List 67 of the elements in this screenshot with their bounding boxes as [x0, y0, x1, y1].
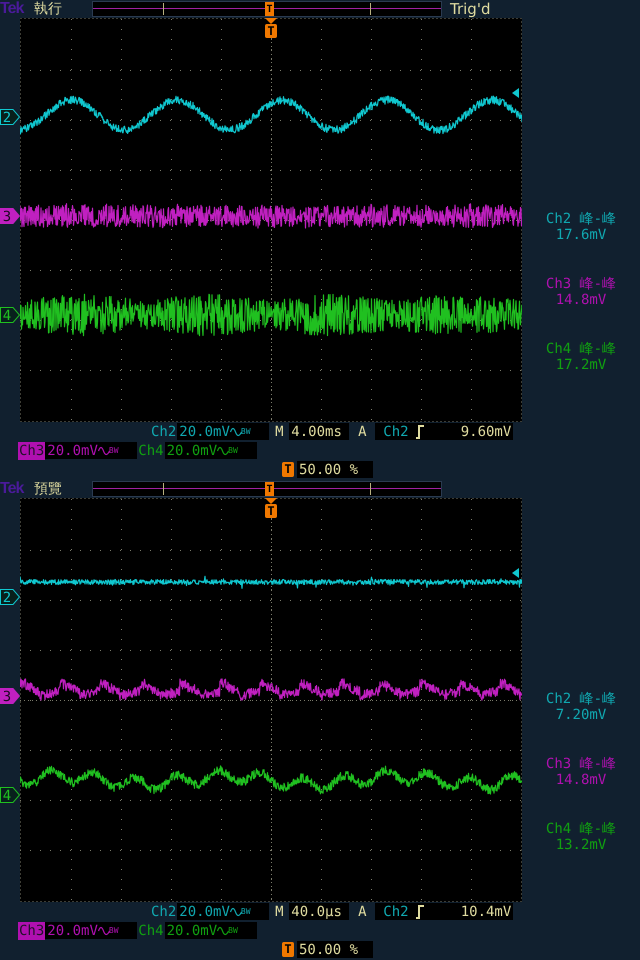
trigger-label: A: [357, 904, 368, 920]
coupling-icon: [217, 924, 230, 936]
measurement-value: 14.8mV: [556, 292, 606, 308]
trigger-level: 9.60mV: [460, 424, 512, 440]
channel-marker: 2: [0, 589, 20, 605]
channel-marker: 3: [0, 688, 20, 704]
measurement-value: 17.6mV: [556, 227, 606, 243]
channel-label[interactable]: Ch2: [150, 902, 178, 920]
vertical-scale: 20.0mV: [166, 922, 218, 938]
trigger-level-icon: [512, 568, 520, 578]
trigger-level: 10.4mV: [460, 904, 512, 920]
brand-logo: Tek: [0, 0, 25, 18]
measurement-value: 7.20mV: [556, 707, 606, 723]
coupling-icon: [230, 906, 242, 918]
bandwidth-limit-label: BW: [228, 446, 238, 454]
timebase-value: 4.00ms: [291, 424, 342, 440]
trigger-level-icon: [512, 88, 520, 98]
trigger-position-marker: T: [282, 942, 294, 957]
timebase-label: M: [274, 904, 285, 920]
coupling-icon: [98, 444, 110, 456]
trigger-position-marker: T: [282, 462, 294, 477]
measurement-label: Ch4 峰-峰: [546, 821, 616, 837]
measurement-label: Ch4 峰-峰: [546, 341, 616, 357]
bandwidth-limit-label: BW: [240, 908, 251, 916]
vertical-scale: 20.0mV: [47, 442, 98, 458]
channel-label[interactable]: Ch3: [18, 442, 46, 460]
measurement-value: 13.2mV: [556, 837, 606, 853]
vertical-scale: 20.0mV: [47, 922, 98, 938]
rising-edge-icon: [414, 424, 425, 438]
timebase-value: 40.0µs: [291, 904, 342, 920]
channel-label[interactable]: Ch4: [137, 442, 165, 460]
trigger-source: Ch2: [383, 424, 409, 440]
vertical-scale: 20.0mV: [179, 424, 230, 440]
bandwidth-limit-label: BW: [108, 926, 119, 934]
channel-marker: 2: [0, 109, 20, 125]
bandwidth-limit-label: BW: [108, 446, 119, 454]
channel-marker: 4: [0, 307, 20, 323]
measurement-label: Ch2 峰-峰: [546, 211, 616, 227]
vertical-scale: 20.0mV: [179, 904, 230, 920]
horizontal-position: 50.00 %: [299, 462, 358, 478]
rising-edge-icon: [414, 904, 425, 918]
measurement-label: Ch3 峰-峰: [546, 276, 616, 292]
brand-logo: Tek: [0, 480, 25, 498]
channel-label[interactable]: Ch2: [150, 422, 178, 440]
trigger-position-marker: T: [265, 482, 274, 496]
acquisition-status: 預覽: [34, 480, 63, 498]
timebase-label: M: [274, 424, 285, 440]
bandwidth-limit-label: BW: [228, 926, 238, 934]
channel-marker: 4: [0, 787, 20, 803]
trigger-label: A: [357, 424, 368, 440]
trigger-position-marker: T: [265, 2, 274, 16]
acquisition-status: 執行: [34, 0, 63, 18]
coupling-icon: [230, 426, 242, 438]
trigger-source: Ch2: [383, 904, 409, 920]
measurement-label: Ch3 峰-峰: [546, 756, 616, 772]
channel-marker: 3: [0, 208, 20, 224]
vertical-scale: 20.0mV: [166, 442, 218, 458]
measurement-label: Ch2 峰-峰: [546, 691, 616, 707]
trigger-status: Trig'd: [450, 0, 490, 18]
coupling-icon: [98, 924, 110, 936]
channel-label[interactable]: Ch3: [18, 922, 46, 940]
channel-label[interactable]: Ch4: [137, 922, 165, 940]
measurement-value: 14.8mV: [556, 772, 606, 788]
horizontal-position: 50.00 %: [299, 942, 358, 958]
coupling-icon: [217, 444, 230, 456]
measurement-value: 17.2mV: [556, 357, 606, 373]
bandwidth-limit-label: BW: [240, 428, 251, 436]
